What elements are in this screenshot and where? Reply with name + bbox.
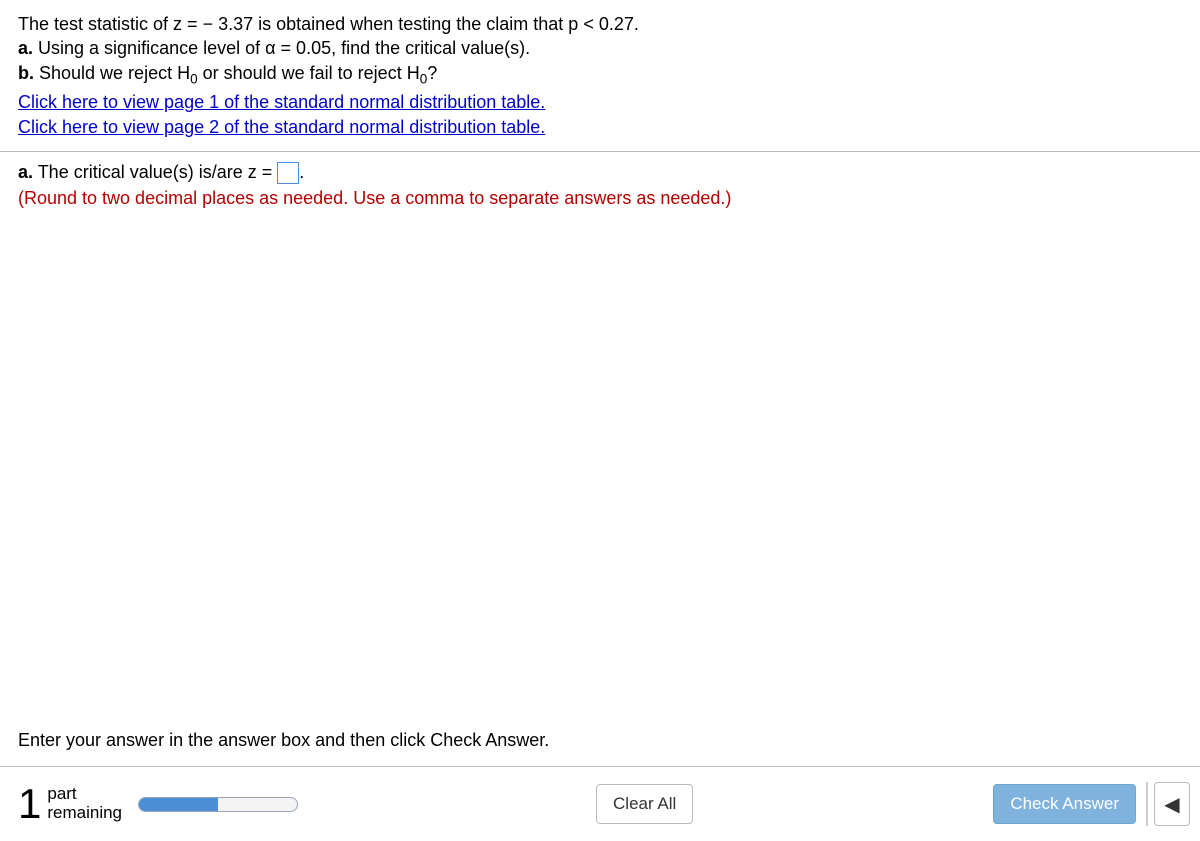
question-intro: The test statistic of z = − 3.37 is obta…: [18, 12, 1182, 36]
part-a-text: Using a significance level of α = 0.05, …: [33, 38, 530, 58]
intro-post: is obtained when testing the claim that …: [253, 14, 639, 34]
link-page-1[interactable]: Click here to view page 1 of the standar…: [18, 90, 545, 114]
part-b-mid: or should we fail to reject H: [198, 63, 420, 83]
answer-area: a. The critical value(s) is/are z = . (R…: [0, 152, 1200, 209]
parts-line1: part: [47, 785, 122, 804]
progress-bar: [138, 797, 298, 812]
progress-fill: [139, 798, 218, 811]
parts-line2: remaining: [47, 804, 122, 823]
footer-bar: 1 part remaining Clear All Check Answer …: [0, 767, 1200, 841]
reference-links: Click here to view page 1 of the standar…: [18, 88, 1182, 139]
critical-value-input[interactable]: [277, 162, 299, 184]
clear-all-button[interactable]: Clear All: [596, 784, 693, 824]
previous-button[interactable]: ◀: [1154, 782, 1190, 826]
check-answer-button[interactable]: Check Answer: [993, 784, 1136, 824]
part-a-label: a.: [18, 38, 33, 58]
link-page-2[interactable]: Click here to view page 2 of the standar…: [18, 115, 545, 139]
answer-prompt-post: .: [299, 162, 304, 182]
part-b-pre: Should we reject H: [34, 63, 190, 83]
answer-prompt: a. The critical value(s) is/are z = .: [18, 162, 1182, 184]
z-value: − 3.37: [203, 14, 254, 34]
enter-answer-hint: Enter your answer in the answer box and …: [18, 730, 549, 751]
question-part-a: a. Using a significance level of α = 0.0…: [18, 36, 1182, 60]
sub-0-first: 0: [190, 71, 198, 86]
vertical-divider: [1146, 782, 1148, 826]
answer-prompt-pre: The critical value(s) is/are z =: [33, 162, 277, 182]
question-part-b: b. Should we reject H0 or should we fail…: [18, 61, 1182, 89]
arrow-left-icon: ◀: [1164, 792, 1179, 817]
parts-text: part remaining: [47, 785, 122, 822]
part-b-end: ?: [427, 63, 437, 83]
rounding-hint: (Round to two decimal places as needed. …: [18, 188, 1182, 209]
intro-pre: The test statistic of z =: [18, 14, 203, 34]
parts-remaining: 1 part remaining: [18, 783, 122, 825]
parts-count: 1: [18, 783, 41, 825]
answer-part-a-label: a.: [18, 162, 33, 182]
question-area: The test statistic of z = − 3.37 is obta…: [0, 0, 1200, 147]
part-b-label: b.: [18, 63, 34, 83]
